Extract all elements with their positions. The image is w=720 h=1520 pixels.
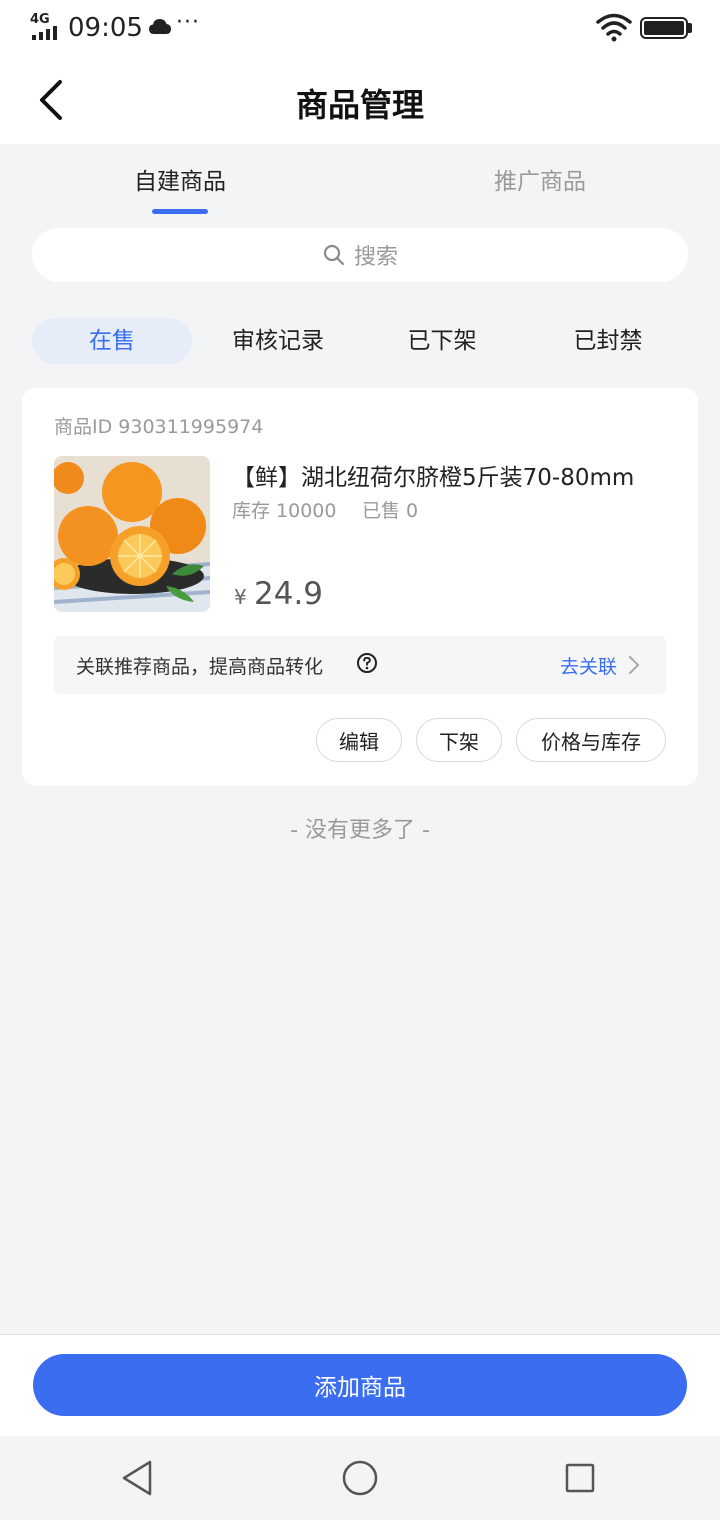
add-product-button[interactable]: 添加商品 — [33, 1354, 687, 1416]
filter-on-sale[interactable]: 在售 — [32, 318, 192, 364]
signal-icon — [32, 26, 62, 40]
chevron-right-icon[interactable] — [626, 654, 642, 676]
search-icon — [323, 244, 345, 266]
search-placeholder: 搜索 — [353, 245, 398, 270]
network-type: 4G — [30, 12, 50, 27]
search-input[interactable]: 搜索 — [32, 228, 688, 282]
status-bar: 4G 09:05 ··· — [0, 0, 720, 58]
nav-home-icon[interactable] — [340, 1458, 380, 1498]
product-id: 商品ID 930311995974 — [54, 416, 264, 438]
app-header: 商品管理 — [0, 58, 720, 144]
active-tab-indicator — [152, 209, 208, 214]
cloud-icon — [149, 19, 171, 34]
price-and-stock-button[interactable]: 价格与库存 — [516, 718, 666, 762]
bottom-action-bar: 添加商品 — [0, 1334, 720, 1436]
tab-promoted-products[interactable]: 推广商品 — [410, 162, 670, 196]
more-notifications-icon: ··· — [176, 10, 200, 35]
tab-self-built-products[interactable]: 自建商品 — [50, 162, 310, 196]
wifi-icon — [596, 13, 632, 42]
nav-recent-apps-icon[interactable] — [560, 1458, 600, 1498]
battery-icon — [640, 17, 688, 39]
page-title: 商品管理 — [295, 86, 424, 124]
help-icon[interactable] — [356, 652, 378, 674]
product-sold: 已售 0 — [362, 500, 419, 522]
take-off-shelf-button[interactable]: 下架 — [416, 718, 502, 762]
clock: 09:05 — [68, 13, 143, 43]
related-products-hint: 关联推荐商品，提高商品转化 — [76, 656, 324, 678]
go-link-button[interactable]: 去关联 — [560, 652, 617, 679]
product-card[interactable]: 商品ID 930311995974 【鲜】湖北纽荷尔脐橙5斤装70-80mm 库… — [22, 388, 698, 786]
nav-back-icon[interactable] — [118, 1458, 158, 1498]
related-products-banner[interactable]: 关联推荐商品，提高商品转化 去关联 — [54, 636, 666, 694]
edit-button[interactable]: 编辑 — [316, 718, 402, 762]
product-name[interactable]: 【鲜】湖北纽荷尔脐橙5斤装70-80mm — [232, 458, 682, 492]
product-image — [54, 456, 210, 612]
filter-off-shelf[interactable]: 已下架 — [362, 318, 522, 364]
filter-banned[interactable]: 已封禁 — [528, 318, 688, 364]
list-end-text: - 没有更多了 - — [290, 818, 430, 843]
system-navigation-bar — [0, 1436, 720, 1520]
product-price: 24.9 — [254, 576, 324, 612]
filter-review-records[interactable]: 审核记录 — [198, 318, 358, 364]
product-stock: 库存 10000 — [232, 500, 337, 522]
battery-cap — [688, 23, 692, 33]
price-currency: ¥ — [234, 585, 247, 609]
